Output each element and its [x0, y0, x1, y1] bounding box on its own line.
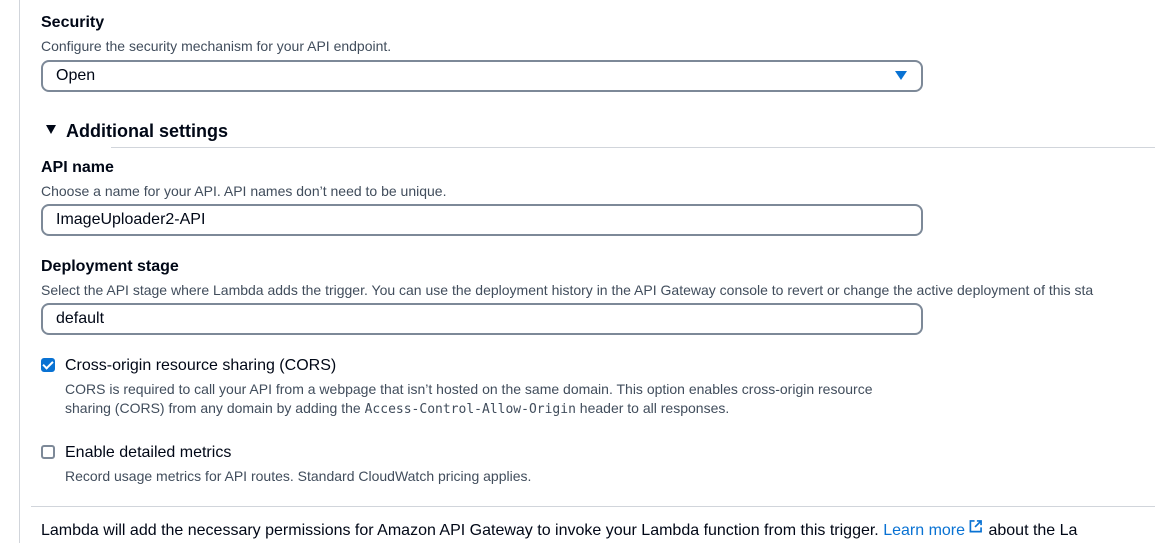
permissions-notice-text: Lambda will add the necessary permission… [41, 522, 884, 539]
checkmark-icon [42, 358, 54, 370]
permissions-notice-text-end: about the La [984, 522, 1078, 539]
external-link-icon[interactable] [969, 520, 982, 533]
detailed-metrics-checkbox[interactable] [41, 445, 55, 459]
additional-settings-toggle[interactable]: Additional settings [46, 121, 228, 142]
deployment-stage-description: Select the API stage where Lambda adds t… [41, 282, 1094, 298]
cors-description-line2-pre: sharing (CORS) from any domain by adding… [65, 400, 365, 416]
cors-description: CORS is required to call your API from a… [65, 380, 873, 419]
cors-header-code: Access-Control-Allow-Origin [364, 402, 576, 417]
permissions-notice: Lambda will add the necessary permission… [41, 520, 1077, 540]
security-label: Security [41, 14, 105, 31]
learn-more-link[interactable]: Learn more [883, 522, 965, 539]
detailed-metrics-label[interactable]: Enable detailed metrics [65, 444, 231, 462]
lambda-trigger-config-panel: Security Configure the security mechanis… [0, 0, 1155, 543]
security-select[interactable]: Open [41, 60, 923, 92]
detailed-metrics-description: Record usage metrics for API routes. Sta… [65, 468, 532, 484]
security-description: Configure the security mechanism for you… [41, 38, 392, 54]
api-name-description: Choose a name for your API. API names do… [41, 183, 447, 199]
panel-left-border [19, 0, 20, 543]
deployment-stage-value: default [56, 310, 105, 327]
caret-down-icon [895, 71, 907, 80]
api-name-label: API name [41, 159, 114, 176]
section-divider [111, 147, 1155, 148]
cors-description-line2-post: header to all responses. [575, 400, 730, 416]
additional-settings-title: Additional settings [66, 121, 228, 141]
footer-divider [31, 506, 1155, 507]
cors-label[interactable]: Cross-origin resource sharing (CORS) [65, 357, 336, 375]
api-name-value: ImageUploader2-API [56, 211, 206, 228]
cors-checkbox[interactable] [41, 358, 55, 372]
cors-description-line1: CORS is required to call your API from a… [65, 381, 873, 397]
api-name-input[interactable]: ImageUploader2-API [41, 204, 923, 236]
deployment-stage-input[interactable]: default [41, 303, 923, 335]
security-selected-value: Open [56, 67, 96, 84]
deployment-stage-label: Deployment stage [41, 258, 179, 275]
cors-description-line2: sharing (CORS) from any domain by adding… [65, 399, 873, 419]
triangle-down-icon [46, 125, 56, 134]
